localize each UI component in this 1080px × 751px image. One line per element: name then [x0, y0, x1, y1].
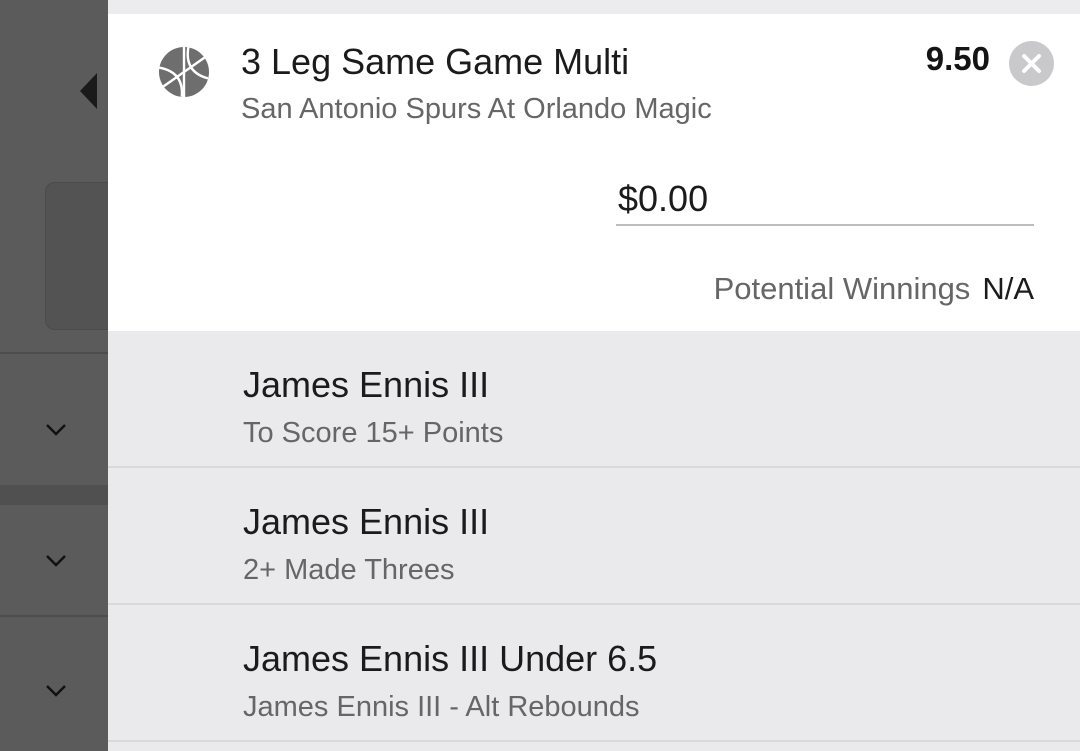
basketball-icon	[157, 45, 211, 99]
bet-odds: 9.50	[925, 40, 990, 77]
chevron-down-icon[interactable]	[45, 554, 67, 568]
close-icon	[1022, 54, 1041, 73]
leg-selection: James Ennis III	[243, 501, 490, 542]
bet-slip-panel: 3 Leg Same Game Multi San Antonio Spurs …	[108, 0, 1080, 751]
bet-title: 3 Leg Same Game Multi	[241, 41, 630, 82]
background-divider	[0, 485, 108, 505]
chevron-down-icon[interactable]	[45, 684, 67, 698]
list-item[interactable]: James Ennis III To Score 15+ Points	[108, 331, 1080, 468]
stake-input[interactable]	[616, 174, 1034, 226]
background-divider	[0, 615, 108, 617]
bet-legs-list: James Ennis III To Score 15+ Points Jame…	[108, 331, 1080, 742]
chevron-down-icon[interactable]	[45, 423, 67, 437]
potential-winnings: Potential Winnings N/A	[714, 271, 1034, 307]
potential-winnings-value: N/A	[982, 271, 1034, 306]
leg-selection: James Ennis III Under 6.5	[243, 638, 658, 679]
same-game-multi-card: 3 Leg Same Game Multi San Antonio Spurs …	[108, 14, 1080, 331]
list-item[interactable]: James Ennis III 2+ Made Threes	[108, 468, 1080, 605]
list-item[interactable]: James Ennis III Under 6.5 James Ennis II…	[108, 605, 1080, 742]
chevron-left-icon[interactable]	[80, 73, 97, 109]
event-name: San Antonio Spurs At Orlando Magic	[241, 93, 712, 125]
bet-slip-screen: 3 Leg Same Game Multi San Antonio Spurs …	[0, 0, 1080, 751]
leg-market: 2+ Made Threes	[243, 554, 455, 586]
panel-top-edge	[108, 0, 1080, 14]
background-overlay	[0, 0, 127, 751]
leg-selection: James Ennis III	[243, 364, 490, 405]
leg-market: James Ennis III - Alt Rebounds	[243, 691, 640, 723]
leg-market: To Score 15+ Points	[243, 417, 504, 449]
potential-winnings-label: Potential Winnings	[713, 271, 971, 306]
remove-bet-button[interactable]	[1009, 41, 1054, 86]
background-divider	[0, 352, 108, 354]
